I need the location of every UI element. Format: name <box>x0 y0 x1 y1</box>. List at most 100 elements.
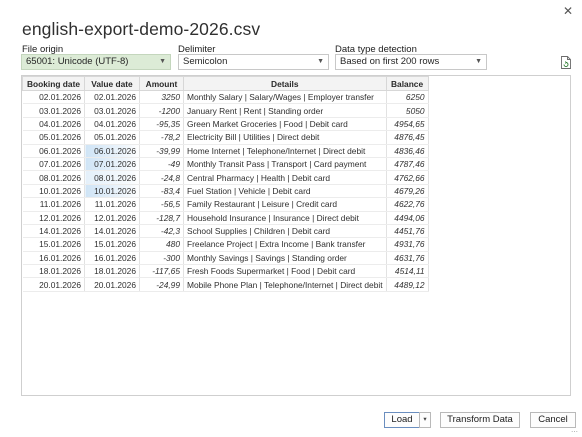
cell-amount: -24,99 <box>139 277 184 292</box>
cell-balance: 4451,76 <box>386 224 429 239</box>
cell-booking-date: 03.01.2026 <box>22 103 85 118</box>
cell-amount: -1200 <box>139 103 184 118</box>
close-icon[interactable]: ✕ <box>560 3 576 19</box>
cell-value-date: 02.01.2026 <box>84 90 140 105</box>
cell-details: Monthly Savings | Savings | Standing ord… <box>183 251 387 266</box>
table-row[interactable]: 11.01.2026 11.01.2026 -56,5 Family Restaura… <box>22 197 429 212</box>
cell-value-date: 16.01.2026 <box>84 251 140 266</box>
cell-details: Fuel Station | Vehicle | Debit card <box>183 184 387 199</box>
cell-details: Household Insurance | Insurance | Direct… <box>183 211 387 225</box>
cell-booking-date: 10.01.2026 <box>22 184 85 199</box>
header-row: Booking date Value date Amount Details B… <box>22 76 429 91</box>
cell-balance: 4631,76 <box>386 251 429 266</box>
cell-details: Monthly Transit Pass | Transport | Card … <box>183 157 387 172</box>
file-origin-dropdown[interactable]: 65001: Unicode (UTF-8) ▼ <box>21 54 171 70</box>
load-button[interactable]: Load <box>384 412 420 428</box>
load-options-button[interactable]: ▾ <box>419 412 431 428</box>
detection-value: Based on first 200 rows <box>340 56 440 67</box>
cell-details: Central Pharmacy | Health | Debit card <box>183 170 387 185</box>
table-row[interactable]: 16.01.2026 16.01.2026 -300 Monthly Savings … <box>22 251 429 266</box>
cell-amount: -95,35 <box>139 117 184 132</box>
cell-details: Monthly Salary | Salary/Wages | Employer… <box>183 90 387 105</box>
cell-balance: 4514,11 <box>386 264 429 279</box>
cell-amount: -24,8 <box>139 170 184 185</box>
cancel-button[interactable]: Cancel <box>530 412 576 428</box>
cell-value-date: 05.01.2026 <box>84 130 140 145</box>
cell-amount: -39,99 <box>139 144 184 158</box>
column-header-details[interactable]: Details <box>183 76 387 91</box>
detection-dropdown[interactable]: Based on first 200 rows ▼ <box>335 54 487 70</box>
cell-value-date: 15.01.2026 <box>84 237 140 252</box>
column-header-booking-date[interactable]: Booking date <box>22 76 85 91</box>
import-dialog: ✕ english-export-demo-2026.csv File orig… <box>0 0 582 437</box>
table-row[interactable]: 20.01.2026 20.01.2026 -24,99 Mobile Phone P… <box>22 277 429 292</box>
table-row[interactable]: 05.01.2026 05.01.2026 -78,2 Electricity Bil… <box>22 130 429 145</box>
cell-details: Freelance Project | Extra Income | Bank … <box>183 237 387 252</box>
table-row[interactable]: 02.01.2026 02.01.2026 3250 Monthly Salary |… <box>22 90 429 105</box>
cell-details: Family Restaurant | Leisure | Credit car… <box>183 197 387 212</box>
table-row[interactable]: 06.01.2026 06.01.2026 -39,99 Home Internet … <box>22 144 429 158</box>
file-origin-value: 65001: Unicode (UTF-8) <box>26 56 129 67</box>
table-row[interactable]: 18.01.2026 18.01.2026 -117,65 Fresh Foods S… <box>22 264 429 279</box>
cell-amount: -56,5 <box>139 197 184 212</box>
column-header-value-date[interactable]: Value date <box>84 76 140 91</box>
table-row[interactable]: 07.01.2026 07.01.2026 -49 Monthly Transit P… <box>22 157 429 172</box>
table-row[interactable]: 12.01.2026 12.01.2026 -128,7 Household Insu… <box>22 211 429 225</box>
cell-balance: 4494,06 <box>386 211 429 225</box>
cell-booking-date: 06.01.2026 <box>22 144 85 158</box>
cell-details: School Supplies | Children | Debit card <box>183 224 387 239</box>
cell-value-date: 10.01.2026 <box>84 184 140 199</box>
cell-amount: -300 <box>139 251 184 266</box>
cell-booking-date: 02.01.2026 <box>22 90 85 105</box>
chevron-down-icon: ▼ <box>317 58 324 65</box>
cell-value-date: 12.01.2026 <box>84 211 140 225</box>
cell-booking-date: 14.01.2026 <box>22 224 85 239</box>
delimiter-value: Semicolon <box>183 56 228 67</box>
delimiter-dropdown[interactable]: Semicolon ▼ <box>178 54 329 70</box>
chevron-down-icon: ▾ <box>423 416 427 423</box>
cell-balance: 4787,46 <box>386 157 429 172</box>
cell-details: Green Market Groceries | Food | Debit ca… <box>183 117 387 132</box>
cell-amount: -42,3 <box>139 224 184 239</box>
cell-amount: -83,4 <box>139 184 184 199</box>
cell-details: Mobile Phone Plan | Telephone/Internet |… <box>183 277 387 292</box>
cell-value-date: 20.01.2026 <box>84 277 140 292</box>
cell-value-date: 14.01.2026 <box>84 224 140 239</box>
resize-grip-icon[interactable]: ⋯ <box>571 428 578 436</box>
cell-details: Fresh Foods Supermarket | Food | Debit c… <box>183 264 387 279</box>
cell-booking-date: 11.01.2026 <box>22 197 85 212</box>
cell-amount: -49 <box>139 157 184 172</box>
dialog-title: english-export-demo-2026.csv <box>22 19 261 39</box>
cell-booking-date: 12.01.2026 <box>22 211 85 225</box>
document-refresh-icon[interactable] <box>560 56 572 69</box>
cell-value-date: 03.01.2026 <box>84 103 140 118</box>
cell-details: Home Internet | Telephone/Internet | Dir… <box>183 144 387 158</box>
table-row[interactable]: 14.01.2026 14.01.2026 -42,3 School Supplies… <box>22 224 429 239</box>
cell-value-date: 06.01.2026 <box>84 144 140 158</box>
cell-balance: 4954,65 <box>386 117 429 132</box>
cell-amount: 3250 <box>139 90 184 105</box>
cell-balance: 6250 <box>386 90 429 105</box>
cell-booking-date: 18.01.2026 <box>22 264 85 279</box>
cell-value-date: 18.01.2026 <box>84 264 140 279</box>
cell-balance: 4876,45 <box>386 130 429 145</box>
cell-amount: -78,2 <box>139 130 184 145</box>
table-row[interactable]: 15.01.2026 15.01.2026 480 Freelance Project… <box>22 237 429 252</box>
table-row[interactable]: 03.01.2026 03.01.2026 -1200 January Rent | … <box>22 103 429 118</box>
table-row[interactable]: 10.01.2026 10.01.2026 -83,4 Fuel Station | … <box>22 184 429 199</box>
cell-balance: 4762,66 <box>386 170 429 185</box>
column-header-balance[interactable]: Balance <box>385 76 429 91</box>
table-row[interactable]: 08.01.2026 08.01.2026 -24,8 Central Pharmac… <box>22 170 429 185</box>
column-header-amount[interactable]: Amount <box>139 76 184 91</box>
data-preview[interactable]: Booking date Value date Amount Details B… <box>21 75 571 396</box>
cell-booking-date: 05.01.2026 <box>22 130 85 145</box>
preview-table: Booking date Value date Amount Details B… <box>22 76 429 292</box>
table-row[interactable]: 04.01.2026 04.01.2026 -95,35 Green Market G… <box>22 117 429 132</box>
cell-value-date: 07.01.2026 <box>84 157 140 172</box>
cell-details: Electricity Bill | Utilities | Direct de… <box>183 130 387 145</box>
cell-value-date: 11.01.2026 <box>84 197 140 212</box>
transform-data-button[interactable]: Transform Data <box>440 412 520 428</box>
cell-booking-date: 20.01.2026 <box>22 277 85 292</box>
cell-balance: 4489,12 <box>386 277 429 292</box>
cell-booking-date: 04.01.2026 <box>22 117 85 132</box>
